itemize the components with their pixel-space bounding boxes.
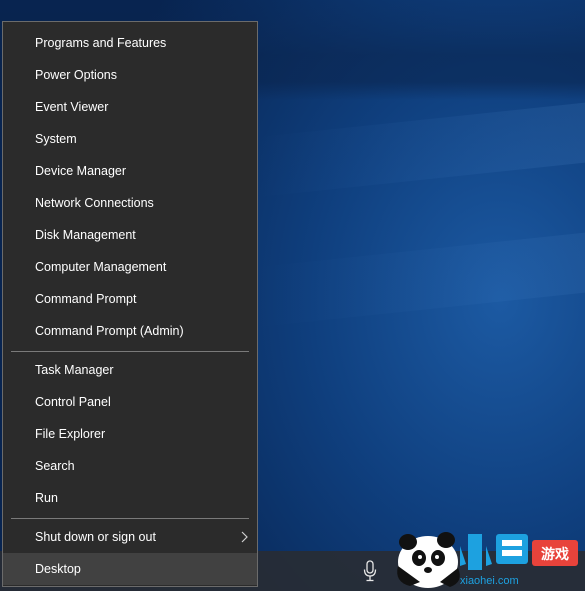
menu-item-label: Search [35, 459, 75, 473]
winx-power-user-menu: Programs and Features Power Options Event … [2, 21, 258, 587]
menu-item-shut-down-or-sign-out[interactable]: Shut down or sign out [3, 521, 257, 553]
menu-item-label: Computer Management [35, 260, 167, 274]
light-beam [255, 102, 585, 198]
light-beam [255, 232, 585, 328]
menu-item-network-connections[interactable]: Network Connections [3, 187, 257, 219]
menu-item-command-prompt[interactable]: Command Prompt [3, 283, 257, 315]
menu-item-system[interactable]: System [3, 123, 257, 155]
menu-item-disk-management[interactable]: Disk Management [3, 219, 257, 251]
menu-item-label: Power Options [35, 68, 117, 82]
menu-item-label: File Explorer [35, 427, 106, 441]
menu-item-label: Desktop [35, 562, 81, 576]
menu-item-label: Command Prompt [35, 292, 137, 306]
menu-item-desktop[interactable]: Desktop [3, 553, 257, 585]
microphone-icon[interactable] [362, 560, 378, 582]
menu-item-command-prompt-admin[interactable]: Command Prompt (Admin) [3, 315, 257, 347]
menu-item-label: Run [35, 491, 58, 505]
menu-item-label: Command Prompt (Admin) [35, 324, 184, 338]
menu-item-label: System [35, 132, 77, 146]
menu-item-programs-and-features[interactable]: Programs and Features [3, 27, 257, 59]
watermark-url: xiaohei.com [460, 575, 519, 587]
menu-item-search[interactable]: Search [3, 450, 257, 482]
menu-item-control-panel[interactable]: Control Panel [3, 386, 257, 418]
menu-item-label: Disk Management [35, 228, 136, 242]
menu-item-power-options[interactable]: Power Options [3, 59, 257, 91]
menu-item-task-manager[interactable]: Task Manager [3, 354, 257, 386]
menu-separator [11, 518, 249, 519]
menu-item-label: Programs and Features [35, 36, 167, 50]
watermark-logo: 游戏 xiaohei.com [390, 526, 585, 591]
chevron-right-icon [239, 521, 249, 553]
menu-item-computer-management[interactable]: Computer Management [3, 251, 257, 283]
menu-item-device-manager[interactable]: Device Manager [3, 155, 257, 187]
menu-item-file-explorer[interactable]: File Explorer [3, 418, 257, 450]
menu-item-label: Shut down or sign out [35, 530, 156, 544]
menu-item-label: Task Manager [35, 363, 114, 377]
svg-text:游戏: 游戏 [541, 546, 569, 562]
menu-item-label: Network Connections [35, 196, 154, 210]
menu-item-label: Device Manager [35, 164, 127, 178]
menu-item-run[interactable]: Run [3, 482, 257, 514]
menu-item-label: Event Viewer [35, 100, 109, 114]
menu-item-event-viewer[interactable]: Event Viewer [3, 91, 257, 123]
menu-separator [11, 351, 249, 352]
menu-item-label: Control Panel [35, 395, 111, 409]
